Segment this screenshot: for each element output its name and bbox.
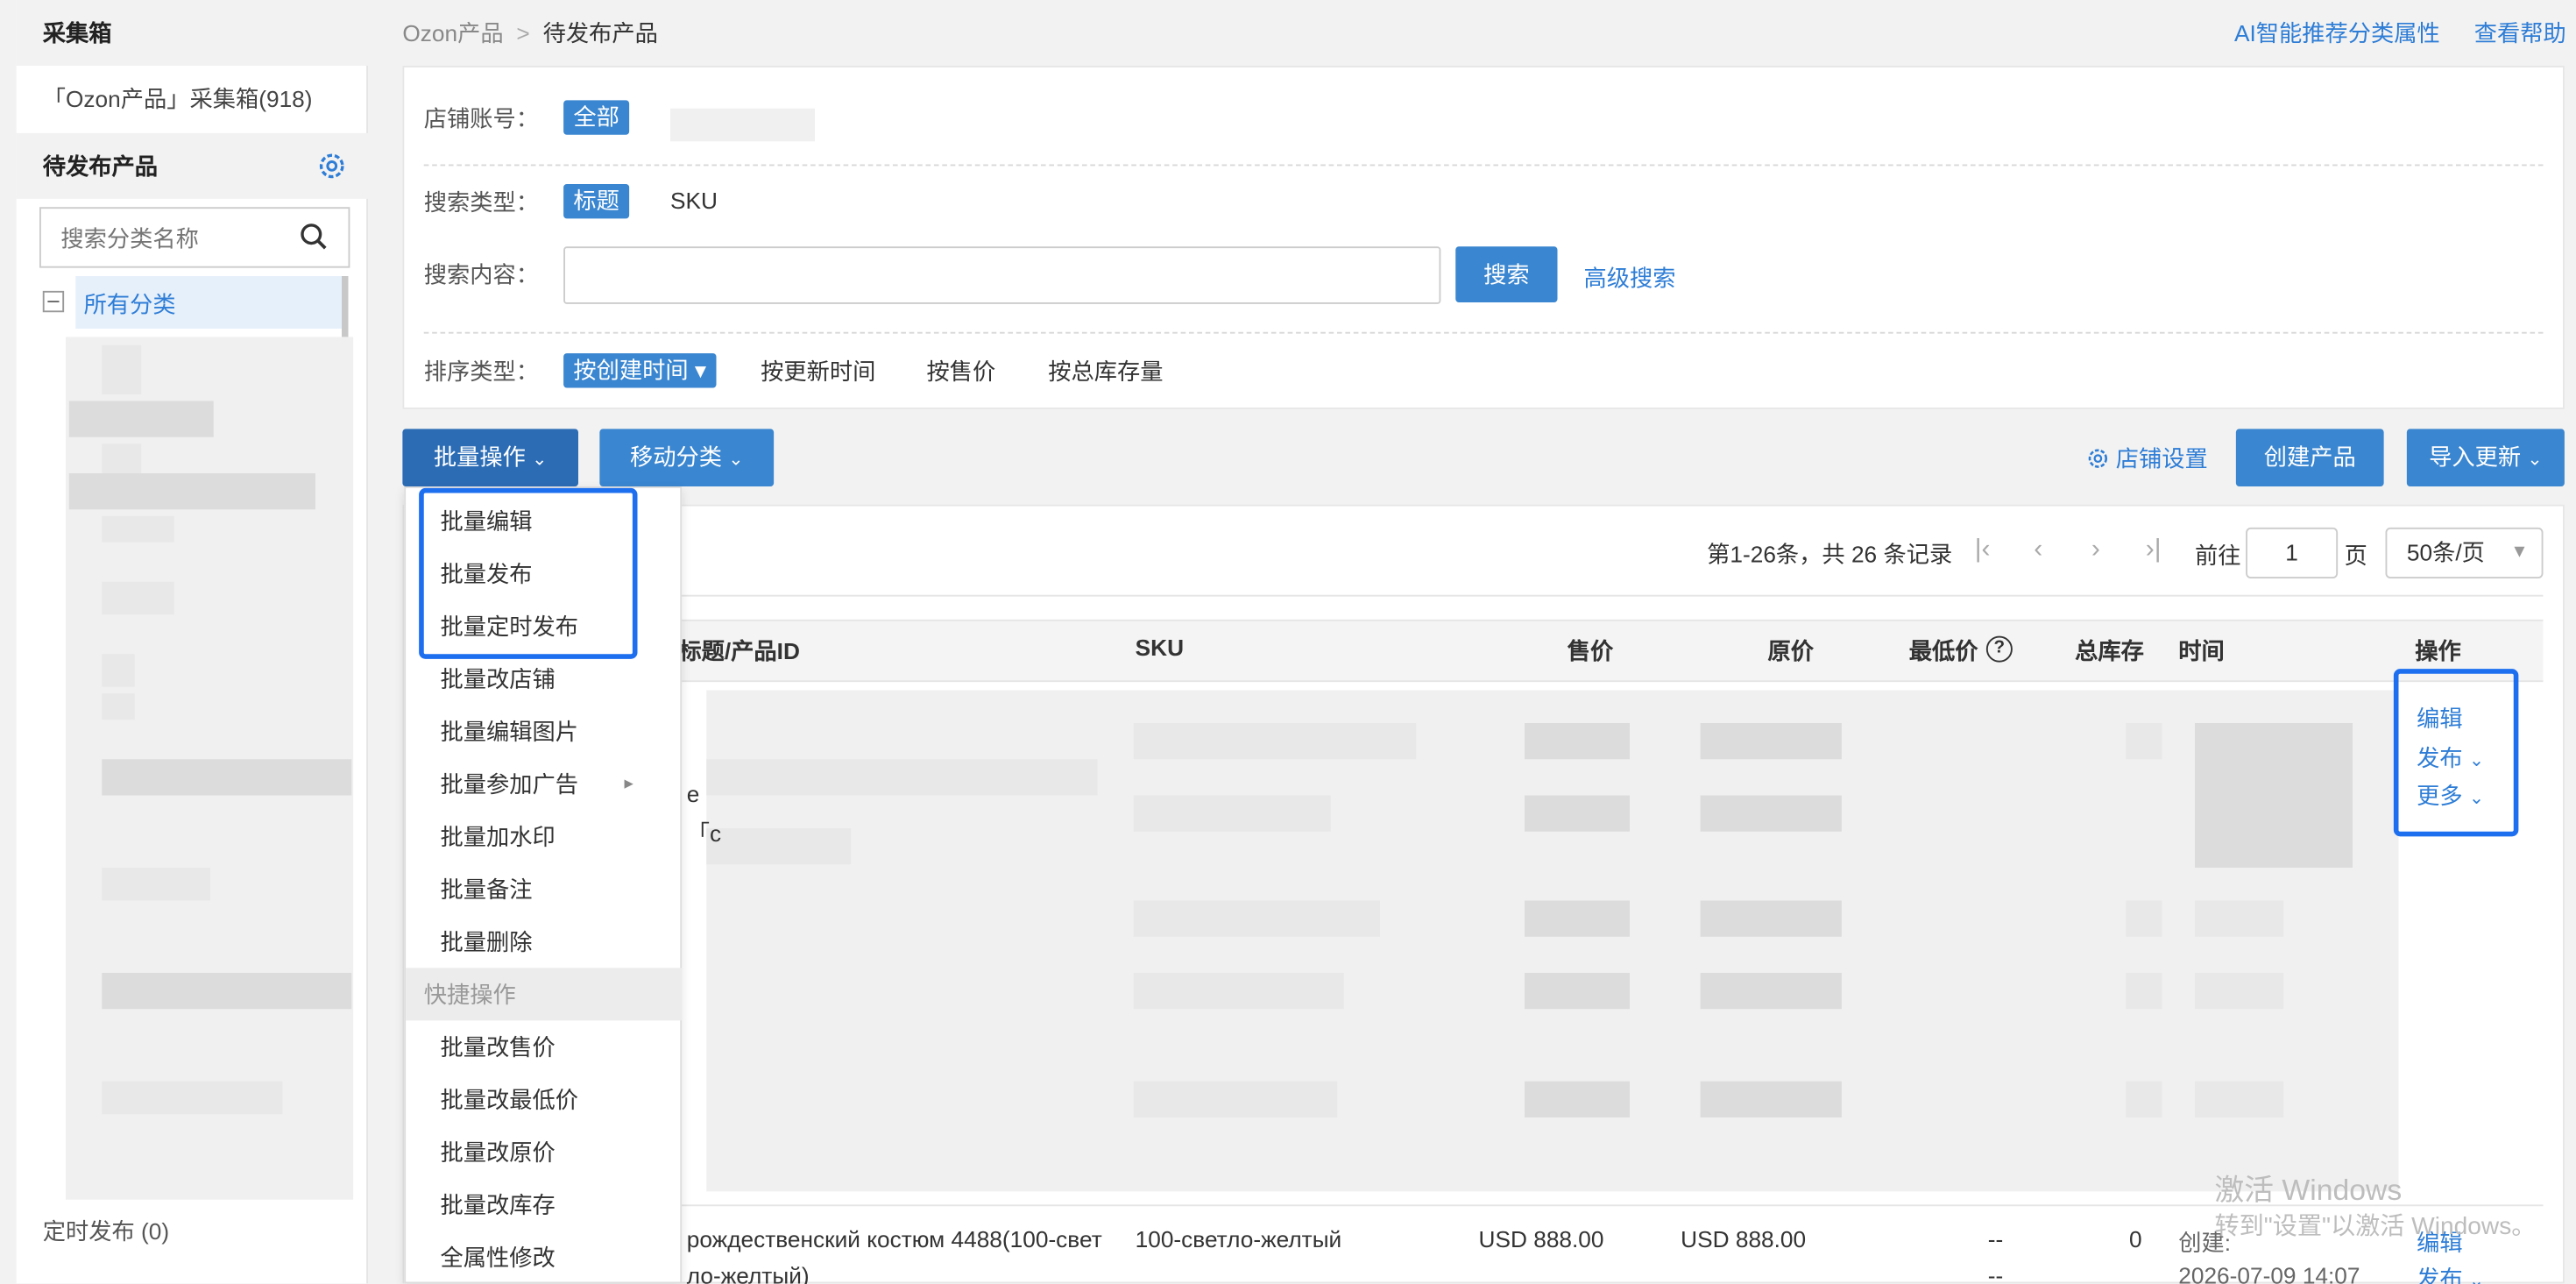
col-stock: 总库存	[2075, 637, 2144, 664]
breadcrumb-root[interactable]: Ozon产品	[402, 20, 503, 46]
menu-quick-stock[interactable]: 批量改库存	[406, 1178, 682, 1231]
category-tree-all[interactable]: 所有分类	[75, 276, 345, 329]
last-page-icon[interactable]: ›|	[2146, 536, 2162, 565]
advanced-search-link[interactable]: 高级搜索	[1584, 261, 1676, 294]
chevron-down-icon: ⌄	[532, 450, 548, 471]
page-size-value: 50条/页	[2406, 539, 2485, 565]
menu-batch-notes[interactable]: 批量备注	[406, 862, 682, 915]
col-actions: 操作	[2415, 637, 2461, 664]
menu-batch-edit-images[interactable]: 批量编辑图片	[406, 705, 682, 757]
breadcrumb: Ozon产品 > 待发布产品	[402, 17, 657, 50]
store-settings-label: 店铺设置	[2115, 445, 2208, 472]
row-stock: 0	[2129, 1225, 2142, 1252]
os-watermark-title: 激活 Windows	[2214, 1173, 2403, 1207]
chevron-right-icon: ▸	[624, 774, 633, 794]
sidebar-item-scheduled[interactable]: 定时发布 (0)	[17, 1198, 368, 1264]
search-button[interactable]: 搜索	[1455, 246, 1558, 302]
menu-batch-watermark[interactable]: 批量加水印	[406, 810, 682, 862]
row-title-line1[interactable]: рождественский костюм 4488(100-свет	[687, 1226, 1102, 1252]
help-circle-icon[interactable]: ?	[1985, 635, 2013, 663]
store-tag-all[interactable]: 全部	[563, 100, 630, 135]
move-category-button[interactable]: 移动分类 ⌄	[599, 429, 775, 486]
category-all-label: 所有分类	[83, 290, 176, 317]
col-title: 标题/产品ID	[678, 637, 800, 664]
goto-label: 前往	[2195, 542, 2241, 569]
sort-label: 排序类型：	[423, 358, 539, 385]
os-watermark-subtitle: 转到"设置"以激活 Windows。	[2214, 1212, 2537, 1241]
row-actions-highlight	[2393, 669, 2519, 837]
move-category-label: 移动分类	[629, 443, 722, 471]
menu-batch-join-ads-label: 批量参加广告	[440, 770, 579, 798]
partial-title-text: e	[686, 780, 700, 807]
pagination-summary: 第1-26条，共 26 条记录	[1707, 540, 1953, 567]
search-type-sku[interactable]: SKU	[670, 188, 718, 214]
search-content-input[interactable]	[563, 246, 1441, 304]
sidebar-item-ozon-collect[interactable]: 「Ozon产品」采集箱(918)	[17, 66, 368, 131]
search-type-title[interactable]: 标题	[563, 184, 630, 219]
prev-page-icon[interactable]: ‹	[2034, 536, 2042, 565]
chevron-down-icon: ⌄	[728, 450, 744, 471]
chevron-down-icon: ⌄	[2527, 450, 2543, 471]
row-min-price: --	[1987, 1225, 2004, 1252]
sort-create-time[interactable]: 按创建时间 ▾	[563, 353, 717, 388]
next-page-icon[interactable]: ›	[2091, 536, 2100, 565]
menu-highlight	[419, 487, 638, 659]
category-search-box	[39, 207, 350, 268]
col-original-price: 原价	[1767, 637, 1815, 664]
row-original-price: USD 888.00	[1681, 1225, 1807, 1252]
menu-quick-ops-group: 快捷操作	[406, 968, 683, 1021]
row-min-price-2: --	[1987, 1262, 2004, 1284]
menu-quick-original-price[interactable]: 批量改原价	[406, 1125, 682, 1178]
menu-batch-join-ads[interactable]: 批量参加广告 ▸	[406, 757, 682, 810]
page-unit-label: 页	[2344, 542, 2367, 569]
page-size-select[interactable]: 50条/页 ▼	[2385, 527, 2544, 578]
page-number-input[interactable]: 1	[2246, 527, 2339, 578]
chevron-down-icon: ▼	[2510, 542, 2529, 563]
menu-batch-delete[interactable]: 批量删除	[406, 915, 682, 968]
col-min-price: 最低价	[1908, 637, 1978, 664]
create-product-button[interactable]: 创建产品	[2235, 429, 2384, 486]
menu-batch-change-store[interactable]: 批量改店铺	[406, 652, 682, 705]
search-content-label: 搜索内容：	[423, 261, 539, 288]
sidebar: 采集箱 「Ozon产品」采集箱(918) 待发布产品 所有分类	[16, 0, 368, 1284]
menu-quick-all-attributes[interactable]: 全属性修改	[406, 1231, 682, 1283]
store-label: 店铺账号：	[423, 105, 539, 131]
col-time: 时间	[2178, 637, 2225, 664]
row2-publish-link[interactable]: 发布 ⌄	[2417, 1262, 2484, 1284]
sidebar-collect-title: 采集箱	[16, 0, 368, 66]
row-price: USD 888.00	[1478, 1225, 1604, 1252]
row-sku: 100-светло-желтый	[1135, 1225, 1342, 1252]
col-sku: SKU	[1135, 634, 1185, 661]
category-search-input[interactable]	[40, 209, 288, 266]
partial-title-text-2: 「c	[686, 819, 722, 847]
breadcrumb-separator: >	[516, 19, 530, 46]
search-icon[interactable]	[299, 222, 329, 256]
sort-price[interactable]: 按售价	[927, 355, 996, 388]
import-update-button[interactable]: 导入更新 ⌄	[2406, 429, 2565, 486]
batch-ops-button[interactable]: 批量操作 ⌄	[402, 429, 578, 486]
chevron-down-icon: ⌄	[2468, 1272, 2485, 1284]
sort-update-time[interactable]: 按更新时间	[761, 355, 875, 388]
menu-quick-price[interactable]: 批量改售价	[406, 1020, 682, 1073]
help-link[interactable]: 查看帮助	[2474, 17, 2566, 50]
store-settings-link[interactable]: 店铺设置	[2086, 442, 2208, 475]
gear-icon[interactable]	[315, 150, 349, 183]
row-title-line2: ло-желтый)	[686, 1262, 810, 1284]
sort-stock[interactable]: 按总库存量	[1048, 355, 1163, 388]
breadcrumb-current: 待发布产品	[542, 19, 658, 46]
row2-publish-label: 发布	[2417, 1265, 2463, 1284]
row-created-time: 2026-07-09 14:07	[2178, 1262, 2360, 1284]
first-page-icon[interactable]: |‹	[1975, 536, 1991, 565]
menu-quick-min-price[interactable]: 批量改最低价	[406, 1073, 682, 1125]
collapse-icon[interactable]	[42, 290, 65, 313]
search-type-label: 搜索类型：	[423, 188, 539, 216]
gear-icon	[2086, 445, 2109, 472]
import-update-label: 导入更新	[2429, 443, 2522, 471]
col-price: 售价	[1567, 637, 1614, 664]
batch-ops-label: 批量操作	[433, 443, 526, 471]
scrollbar[interactable]	[342, 276, 349, 345]
ai-category-link[interactable]: AI智能推荐分类属性	[2234, 17, 2440, 50]
